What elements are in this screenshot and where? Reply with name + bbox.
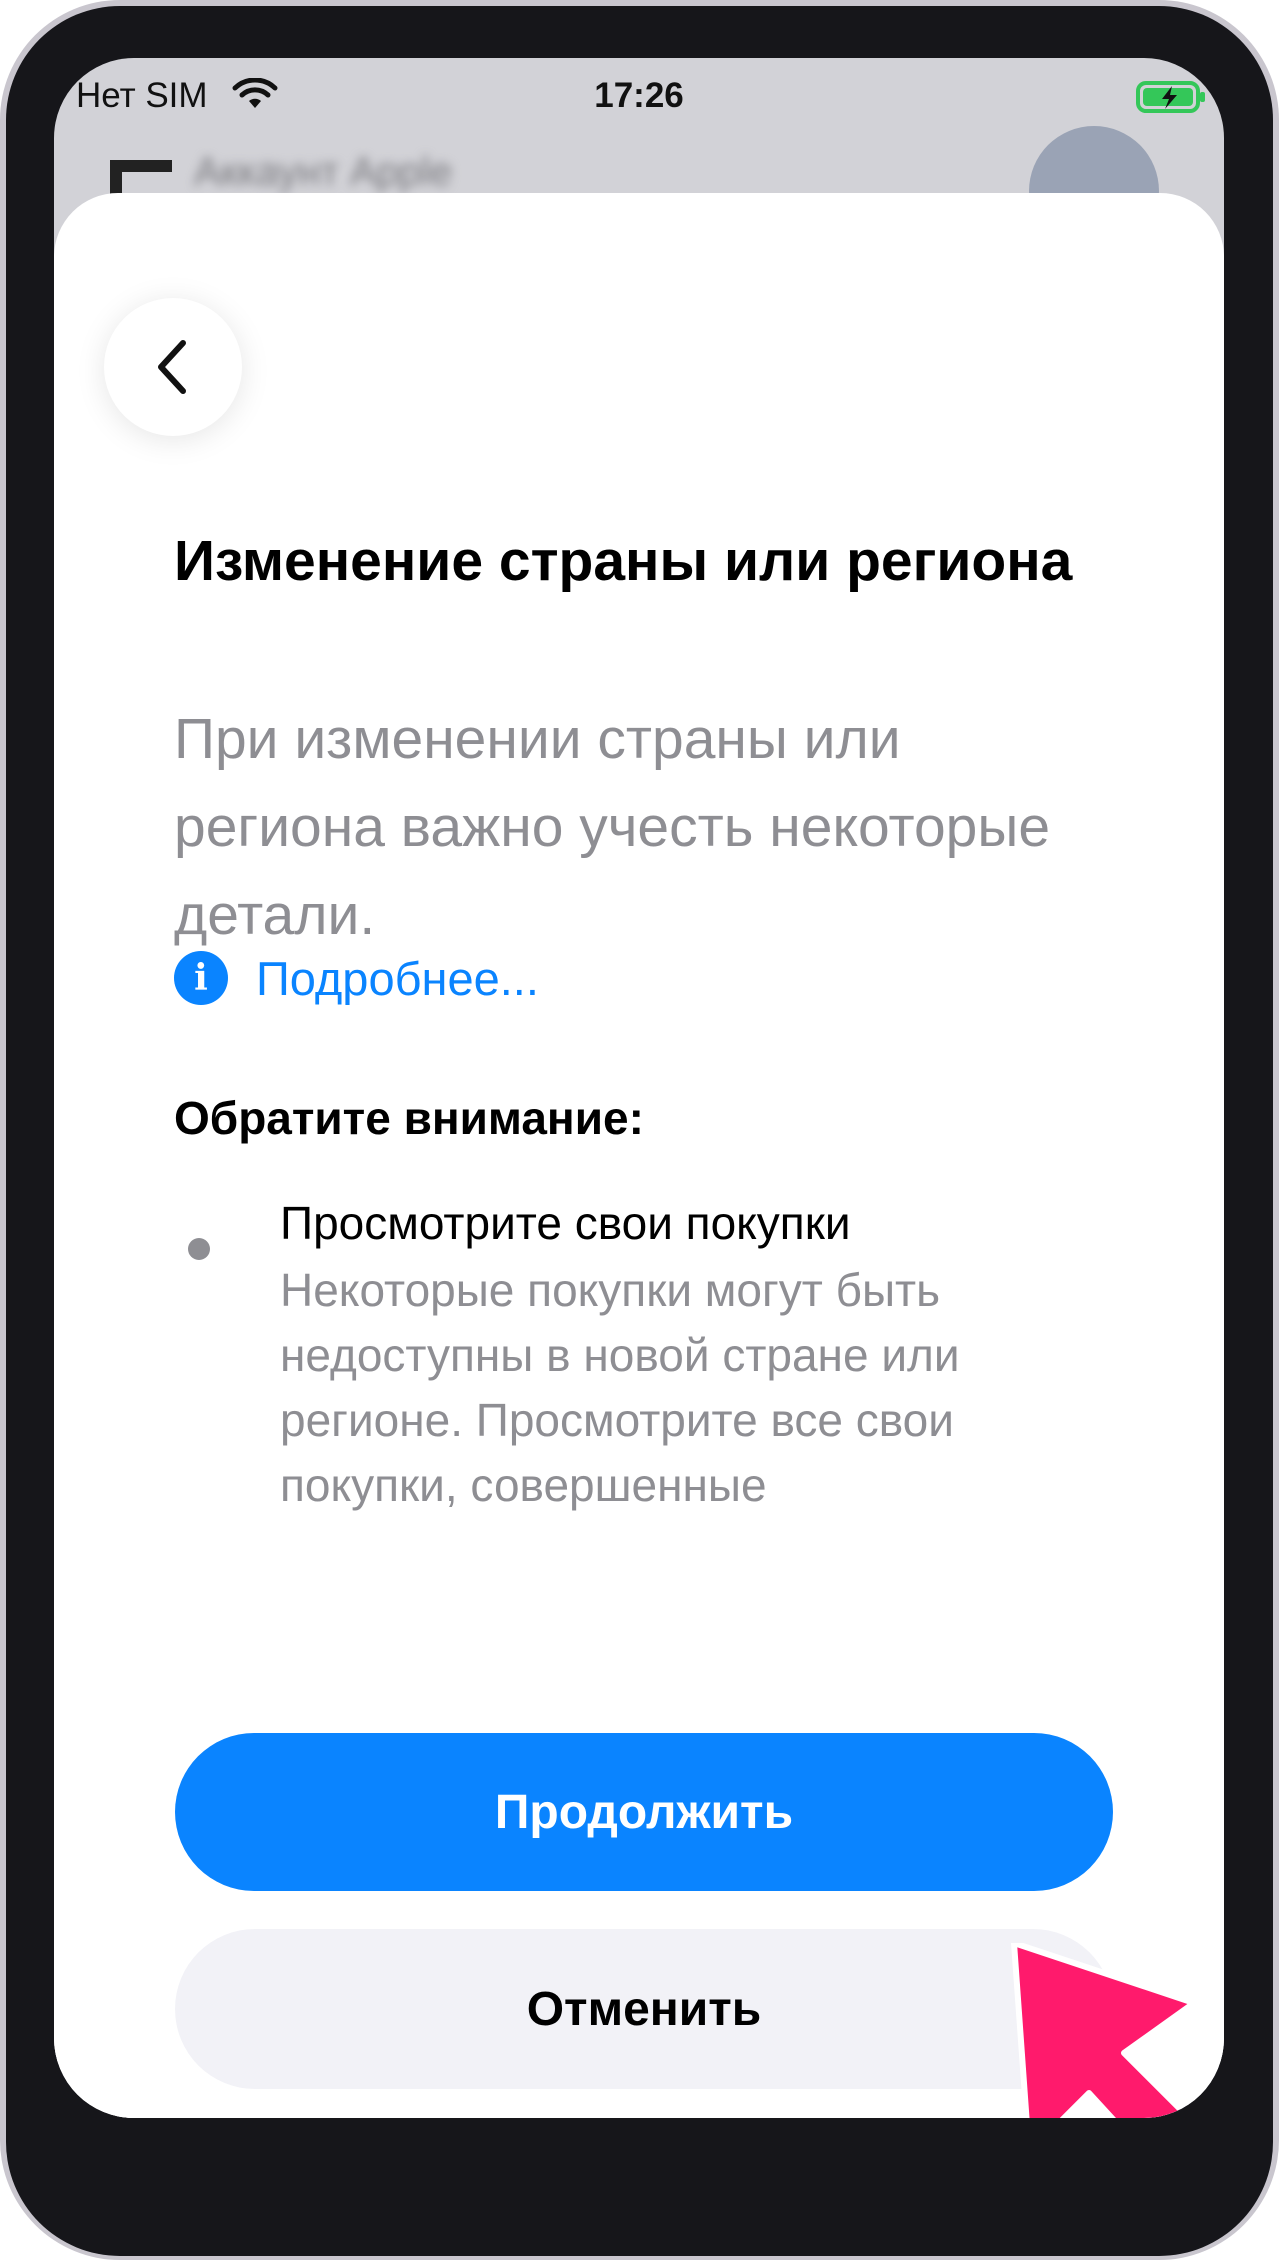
phone-screen: Нет SIM 17:26 Аккаунт Apple Изменение ст… — [54, 58, 1224, 2118]
bullet-icon — [188, 1238, 210, 1260]
page-subtitle: При изменении страны или региона важно у… — [174, 707, 1051, 947]
notice-heading: Обратите внимание: — [174, 1092, 644, 1144]
page-title: Изменение страны или региона — [174, 529, 1073, 593]
status-bar: Нет SIM 17:26 — [54, 58, 1224, 138]
bullet-title: Просмотрите свои покупки — [280, 1197, 851, 1249]
background-title: Аккаунт Apple — [194, 150, 453, 194]
continue-button[interactable]: Продолжить — [175, 1733, 1113, 1891]
back-button[interactable] — [104, 298, 242, 436]
learn-more-link[interactable]: i Подробнее... — [174, 948, 539, 1008]
cancel-button[interactable]: Отменить — [175, 1929, 1113, 2089]
pointer-arrow-icon — [1011, 1943, 1194, 2118]
change-region-sheet: Изменение страны или региона При изменен… — [54, 193, 1224, 2118]
bullet-text: Некоторые покупки могут быть недоступны … — [280, 1264, 960, 1511]
learn-more-label: Подробнее... — [256, 951, 539, 1005]
battery-charging-icon — [1136, 81, 1205, 113]
info-icon: i — [174, 951, 228, 1005]
chevron-left-icon — [158, 340, 186, 394]
clock: 17:26 — [594, 76, 684, 115]
